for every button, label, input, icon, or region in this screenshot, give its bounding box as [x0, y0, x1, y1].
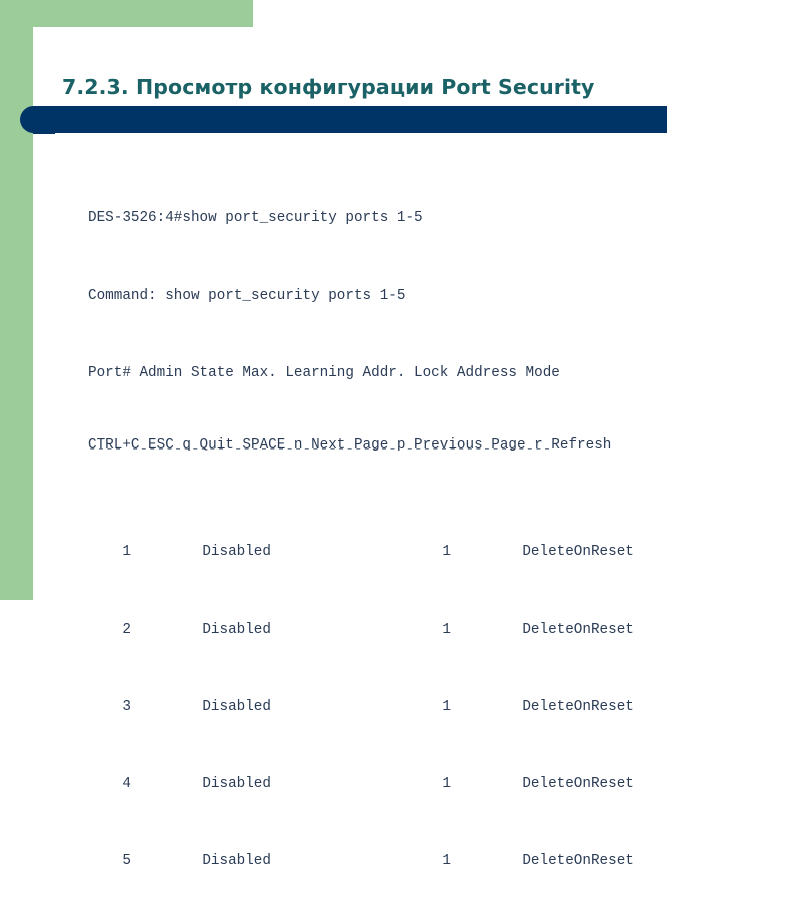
- slide-title: 7.2.3. Просмотр конфигурации Port Securi…: [62, 75, 595, 99]
- table-row: 5 Disabled 1 DeleteOnReset: [88, 823, 634, 869]
- table-row: 3 Disabled 1 DeleteOnReset: [88, 669, 634, 715]
- console-footer-hint: CTRL+C ESC q Quit SPACE n Next Page p Pr…: [88, 437, 612, 453]
- table-row: 4 Disabled 1 DeleteOnReset: [88, 746, 634, 792]
- prompt-line: DES-3526:4#show port_security ports 1-5: [88, 210, 423, 227]
- decor-green-top: [0, 0, 253, 27]
- table-header: Port# Admin State Max. Learning Addr. Lo…: [88, 364, 560, 381]
- max-learning-cell: 1: [442, 775, 451, 792]
- port-cell: 1: [122, 544, 131, 561]
- port-cell: 5: [122, 852, 131, 869]
- max-learning-cell: 1: [442, 852, 451, 869]
- table-row: 2 Disabled 1 DeleteOnReset: [88, 592, 634, 638]
- port-cell: 3: [122, 698, 131, 715]
- lock-mode-cell: DeleteOnReset: [522, 544, 634, 561]
- console-output: DES-3526:4#show port_security ports 1-5 …: [88, 155, 634, 875]
- lock-mode-cell: DeleteOnReset: [522, 698, 634, 715]
- max-learning-cell: 1: [442, 698, 451, 715]
- port-cell: 2: [122, 621, 131, 638]
- table-row: 1 Disabled 1 DeleteOnReset: [88, 515, 634, 560]
- port-cell: 4: [122, 775, 131, 792]
- admin-state-cell: Disabled: [202, 544, 271, 561]
- max-learning-cell: 1: [442, 544, 451, 561]
- title-underline-bar: [20, 106, 667, 133]
- admin-state-cell: Disabled: [202, 698, 271, 715]
- decor-green-left: [0, 0, 33, 600]
- admin-state-cell: Disabled: [202, 775, 271, 792]
- admin-state-cell: Disabled: [202, 621, 271, 638]
- lock-mode-cell: DeleteOnReset: [522, 775, 634, 792]
- lock-mode-cell: DeleteOnReset: [522, 621, 634, 638]
- lock-mode-cell: DeleteOnReset: [522, 852, 634, 869]
- command-echo: Command: show port_security ports 1-5: [88, 287, 406, 304]
- max-learning-cell: 1: [442, 621, 451, 638]
- title-bar-tick: [33, 131, 55, 134]
- admin-state-cell: Disabled: [202, 852, 271, 869]
